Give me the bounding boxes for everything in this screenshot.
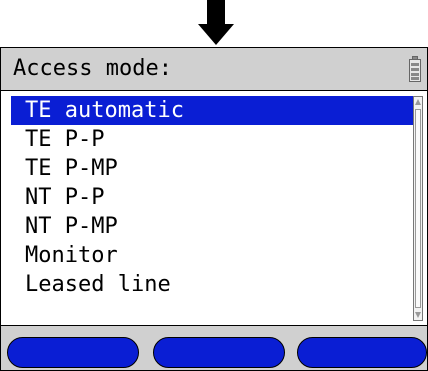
menu-item-leased-line[interactable]: Leased line — [11, 270, 413, 299]
menu-item-nt-p-mp[interactable]: NT P-MP — [11, 212, 413, 241]
menu-item-nt-p-p[interactable]: NT P-P — [11, 183, 413, 212]
down-arrow-icon — [198, 0, 234, 45]
scrollbar[interactable] — [413, 96, 423, 321]
device-display: Access mode: TE automatic TE P-P TE P-MP… — [0, 47, 428, 371]
softkey-bar — [1, 326, 427, 370]
softkey-2[interactable] — [153, 337, 285, 368]
scrollbar-thumb[interactable] — [415, 109, 421, 308]
battery-icon — [409, 56, 421, 82]
menu-item-te-automatic[interactable]: TE automatic — [11, 96, 413, 125]
softkey-3[interactable] — [297, 337, 427, 368]
menu-list-area: TE automatic TE P-P TE P-MP NT P-P NT P-… — [1, 91, 427, 326]
header-bar: Access mode: — [1, 48, 427, 91]
menu-list: TE automatic TE P-P TE P-MP NT P-P NT P-… — [11, 96, 413, 299]
menu-item-te-p-mp[interactable]: TE P-MP — [11, 154, 413, 183]
scroll-up-icon[interactable] — [414, 97, 422, 107]
page-title: Access mode: — [13, 56, 172, 81]
menu-item-monitor[interactable]: Monitor — [11, 241, 413, 270]
scroll-down-icon[interactable] — [414, 310, 422, 320]
lcd-screen: Access mode: TE automatic TE P-P TE P-MP… — [0, 47, 428, 371]
softkey-1[interactable] — [7, 337, 139, 368]
menu-item-te-p-p[interactable]: TE P-P — [11, 125, 413, 154]
